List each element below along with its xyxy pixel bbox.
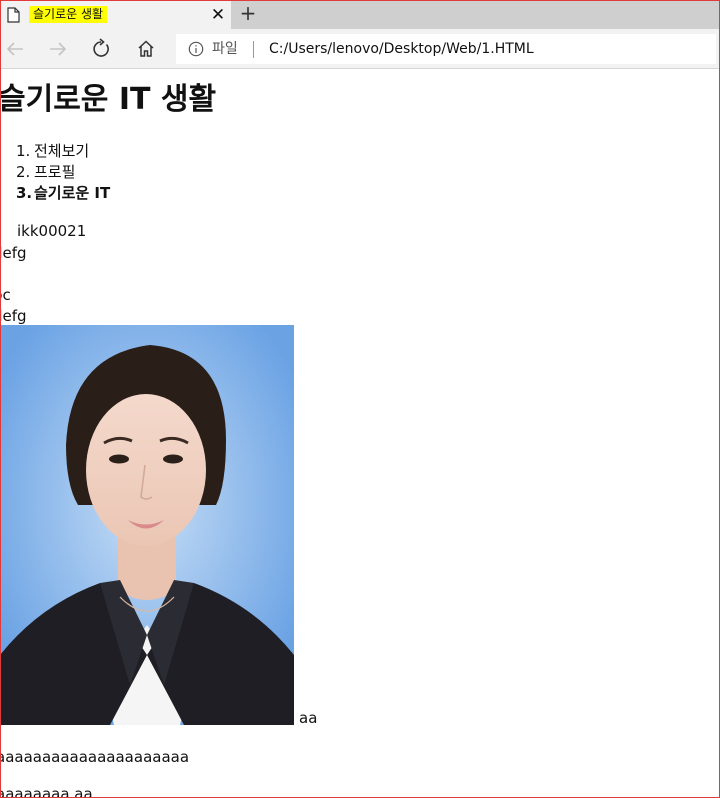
profile-photo [0, 325, 294, 725]
nav-item-label: 프로필 [34, 163, 76, 181]
back-icon[interactable] [3, 37, 27, 61]
page-heading: 슬기로운 IT 생활 [0, 82, 217, 117]
navigation-bar: 파일 C:/Users/lenovo/Desktop/Web/1.HTML [0, 29, 720, 69]
profile-photo-illustration [0, 325, 294, 725]
new-tab-button[interactable]: + [236, 3, 260, 24]
close-tab-icon[interactable]: ✕ [208, 5, 228, 25]
page-icon [7, 7, 20, 23]
nav-item-label: 전체보기 [34, 142, 90, 160]
tab-title: 슬기로운 생활 [29, 6, 108, 23]
text-line: aaaaaaaa aa [0, 785, 93, 798]
nav-list: 1. 전체보기 2. 프로필 3. 슬기로운 IT [16, 141, 110, 204]
text-line: aa [299, 709, 318, 727]
nav-item-number: 3. [16, 184, 33, 202]
info-icon[interactable] [188, 41, 204, 57]
text-line: bc [0, 286, 11, 304]
address-scheme-label: 파일 [212, 41, 238, 57]
nav-item-profile[interactable]: 2. 프로필 [16, 162, 110, 183]
refresh-icon[interactable] [89, 37, 113, 61]
text-line: aaaaaaaaaaaaaaaaaaaaa [0, 748, 190, 766]
text-line: defg [0, 307, 27, 325]
address-separator [253, 41, 254, 58]
nav-item-number: 2. [16, 163, 31, 181]
address-bar[interactable]: 파일 C:/Users/lenovo/Desktop/Web/1.HTML [176, 34, 716, 64]
nav-item-number: 1. [16, 142, 31, 160]
text-line: defg [0, 244, 27, 262]
address-url[interactable]: C:/Users/lenovo/Desktop/Web/1.HTML [269, 40, 534, 58]
forward-icon[interactable] [46, 37, 70, 61]
nav-item-smart-it[interactable]: 3. 슬기로운 IT [16, 183, 110, 204]
nav-item-all[interactable]: 1. 전체보기 [16, 141, 110, 162]
nav-item-label: 슬기로운 IT [34, 184, 111, 202]
home-icon[interactable] [134, 37, 158, 61]
user-id-text: ikk00021 [17, 222, 87, 240]
browser-tab[interactable]: 슬기로운 생활 ✕ [1, 1, 231, 29]
page-content: 슬기로운 IT 생활 1. 전체보기 2. 프로필 3. 슬기로운 IT ikk000… [0, 70, 720, 798]
tab-strip: 슬기로운 생활 ✕ + [0, 0, 720, 29]
